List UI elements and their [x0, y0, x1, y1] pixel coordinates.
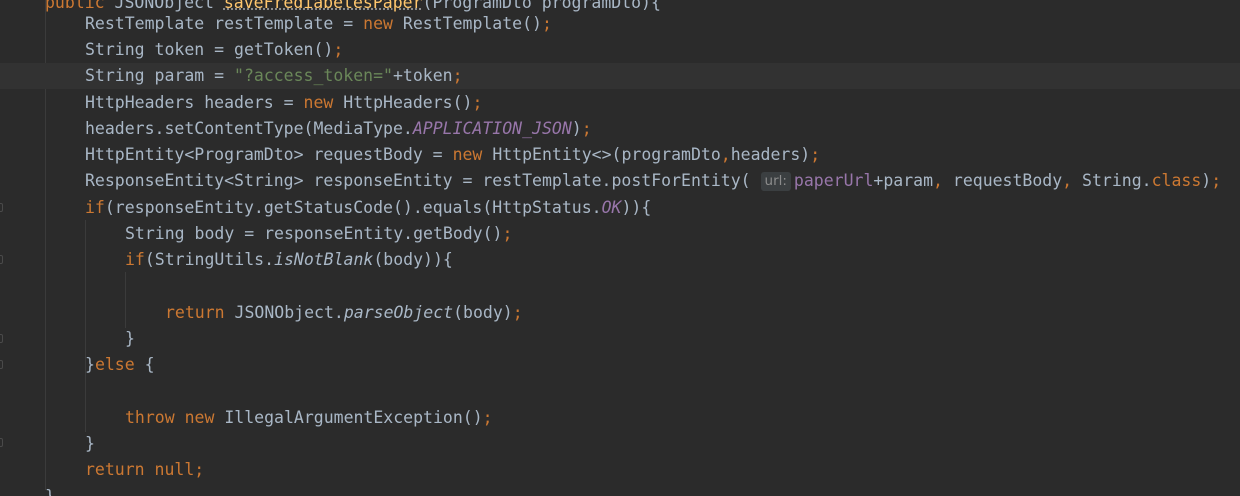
code-token: ;: [541, 14, 552, 33]
code-token: String.: [1082, 171, 1152, 190]
code-token: requestBody: [952, 171, 1063, 190]
code-token: String param =: [85, 66, 235, 85]
code-token: }: [45, 487, 55, 496]
code-token: String body = responseEntity.getBody(): [125, 224, 503, 243]
fold-marker-icon[interactable]: [0, 438, 3, 447]
code-token: ;: [452, 66, 463, 85]
code-token: ;: [333, 40, 344, 59]
code-line[interactable]: String body = responseEntity.getBody();: [45, 221, 1240, 247]
code-token: new: [452, 145, 493, 164]
code-line[interactable]: HttpEntity<ProgramDto> requestBody = new…: [45, 142, 1240, 168]
code-token: }: [85, 355, 95, 374]
code-line[interactable]: HttpHeaders headers = new HttpHeaders();: [45, 90, 1240, 116]
code-line[interactable]: return JSONObject.parseObject(body);: [45, 300, 1240, 326]
code-token: ;: [512, 303, 523, 322]
code-token: throw: [125, 408, 185, 427]
code-editor[interactable]: public JSONObject saveFrediabetesPaper(P…: [0, 0, 1240, 496]
code-token: )){: [621, 198, 652, 217]
code-token: }: [125, 329, 135, 348]
code-token: return: [165, 303, 235, 322]
code-line[interactable]: if(responseEntity.getStatusCode().equals…: [45, 195, 1240, 221]
code-token: HttpEntity<>(programDto: [492, 145, 721, 164]
code-token: new: [184, 408, 225, 427]
code-token: ;: [810, 145, 821, 164]
code-token: OK: [601, 198, 622, 217]
code-token: ;: [194, 460, 205, 479]
code-token: ): [571, 119, 582, 138]
fold-marker-icon[interactable]: [0, 334, 3, 343]
code-token: (body)){: [373, 250, 453, 269]
code-token: +token: [392, 66, 453, 85]
code-line[interactable]: }: [45, 326, 1240, 352]
code-token: IllegalArgumentException(): [224, 408, 483, 427]
code-line[interactable]: }: [45, 431, 1240, 457]
code-token: ;: [581, 119, 592, 138]
code-token: JSONObject.: [234, 303, 344, 322]
code-line[interactable]: if(StringUtils.isNotBlank(body)){: [45, 247, 1240, 273]
code-token: parseObject: [343, 303, 454, 322]
code-token: HttpHeaders headers =: [85, 93, 304, 112]
code-token: String token = getToken(): [85, 40, 334, 59]
code-token: class: [1151, 171, 1202, 190]
code-line[interactable]: }else {: [45, 352, 1240, 378]
code-token: {: [144, 355, 155, 374]
code-token: if: [85, 198, 105, 217]
code-token: ,: [720, 145, 731, 164]
code-line[interactable]: [45, 273, 1240, 299]
code-token: RestTemplate restTemplate =: [85, 14, 364, 33]
code-token: headers): [730, 145, 811, 164]
code-token: (StringUtils.: [144, 250, 275, 269]
fold-marker-icon[interactable]: [0, 255, 3, 264]
code-line[interactable]: String param = "?access_token="+token;: [0, 63, 1240, 89]
code-token: new: [363, 14, 403, 33]
code-line[interactable]: String token = getToken();: [45, 37, 1240, 63]
fold-marker-icon[interactable]: [0, 360, 3, 369]
code-token: else: [94, 355, 145, 374]
code-token: ;: [1211, 171, 1222, 190]
code-token: (body): [453, 303, 513, 322]
code-token: return null: [85, 460, 195, 479]
code-token: ,: [933, 171, 953, 190]
code-line[interactable]: RestTemplate restTemplate = new RestTemp…: [45, 11, 1240, 37]
code-token: paperUrl: [793, 171, 874, 190]
code-area[interactable]: public JSONObject saveFrediabetesPaper(P…: [0, 0, 1240, 496]
code-token: ;: [482, 408, 493, 427]
code-token: HttpHeaders(): [343, 93, 473, 112]
code-token: ): [1201, 171, 1212, 190]
code-token: +param: [873, 171, 934, 190]
code-line[interactable]: ResponseEntity<String> responseEntity = …: [45, 168, 1240, 194]
code-token: "?access_token=": [234, 66, 393, 85]
code-token: }: [85, 434, 95, 453]
code-token: new: [303, 93, 344, 112]
code-token: ;: [472, 93, 483, 112]
code-token: ;: [502, 224, 513, 243]
code-token: (responseEntity.getStatusCode().equals(H…: [104, 198, 602, 217]
code-token: ,: [1062, 171, 1083, 190]
code-token: RestTemplate(): [402, 14, 542, 33]
code-line[interactable]: [45, 379, 1240, 405]
parameter-hint: url:: [760, 172, 791, 191]
code-token: APPLICATION_JSON: [412, 119, 572, 138]
code-line[interactable]: return null;: [45, 457, 1240, 483]
code-token: headers.setContentType(MediaType.: [85, 119, 413, 138]
code-token: HttpEntity<ProgramDto> requestBody =: [85, 145, 453, 164]
code-token: ResponseEntity<String> responseEntity = …: [85, 171, 761, 190]
code-line[interactable]: headers.setContentType(MediaType.APPLICA…: [45, 116, 1240, 142]
code-line[interactable]: throw new IllegalArgumentException();: [45, 405, 1240, 431]
code-token: if: [125, 250, 145, 269]
code-token: isNotBlank: [274, 250, 374, 269]
fold-marker-icon[interactable]: [0, 203, 3, 212]
code-line[interactable]: }: [45, 484, 1240, 496]
